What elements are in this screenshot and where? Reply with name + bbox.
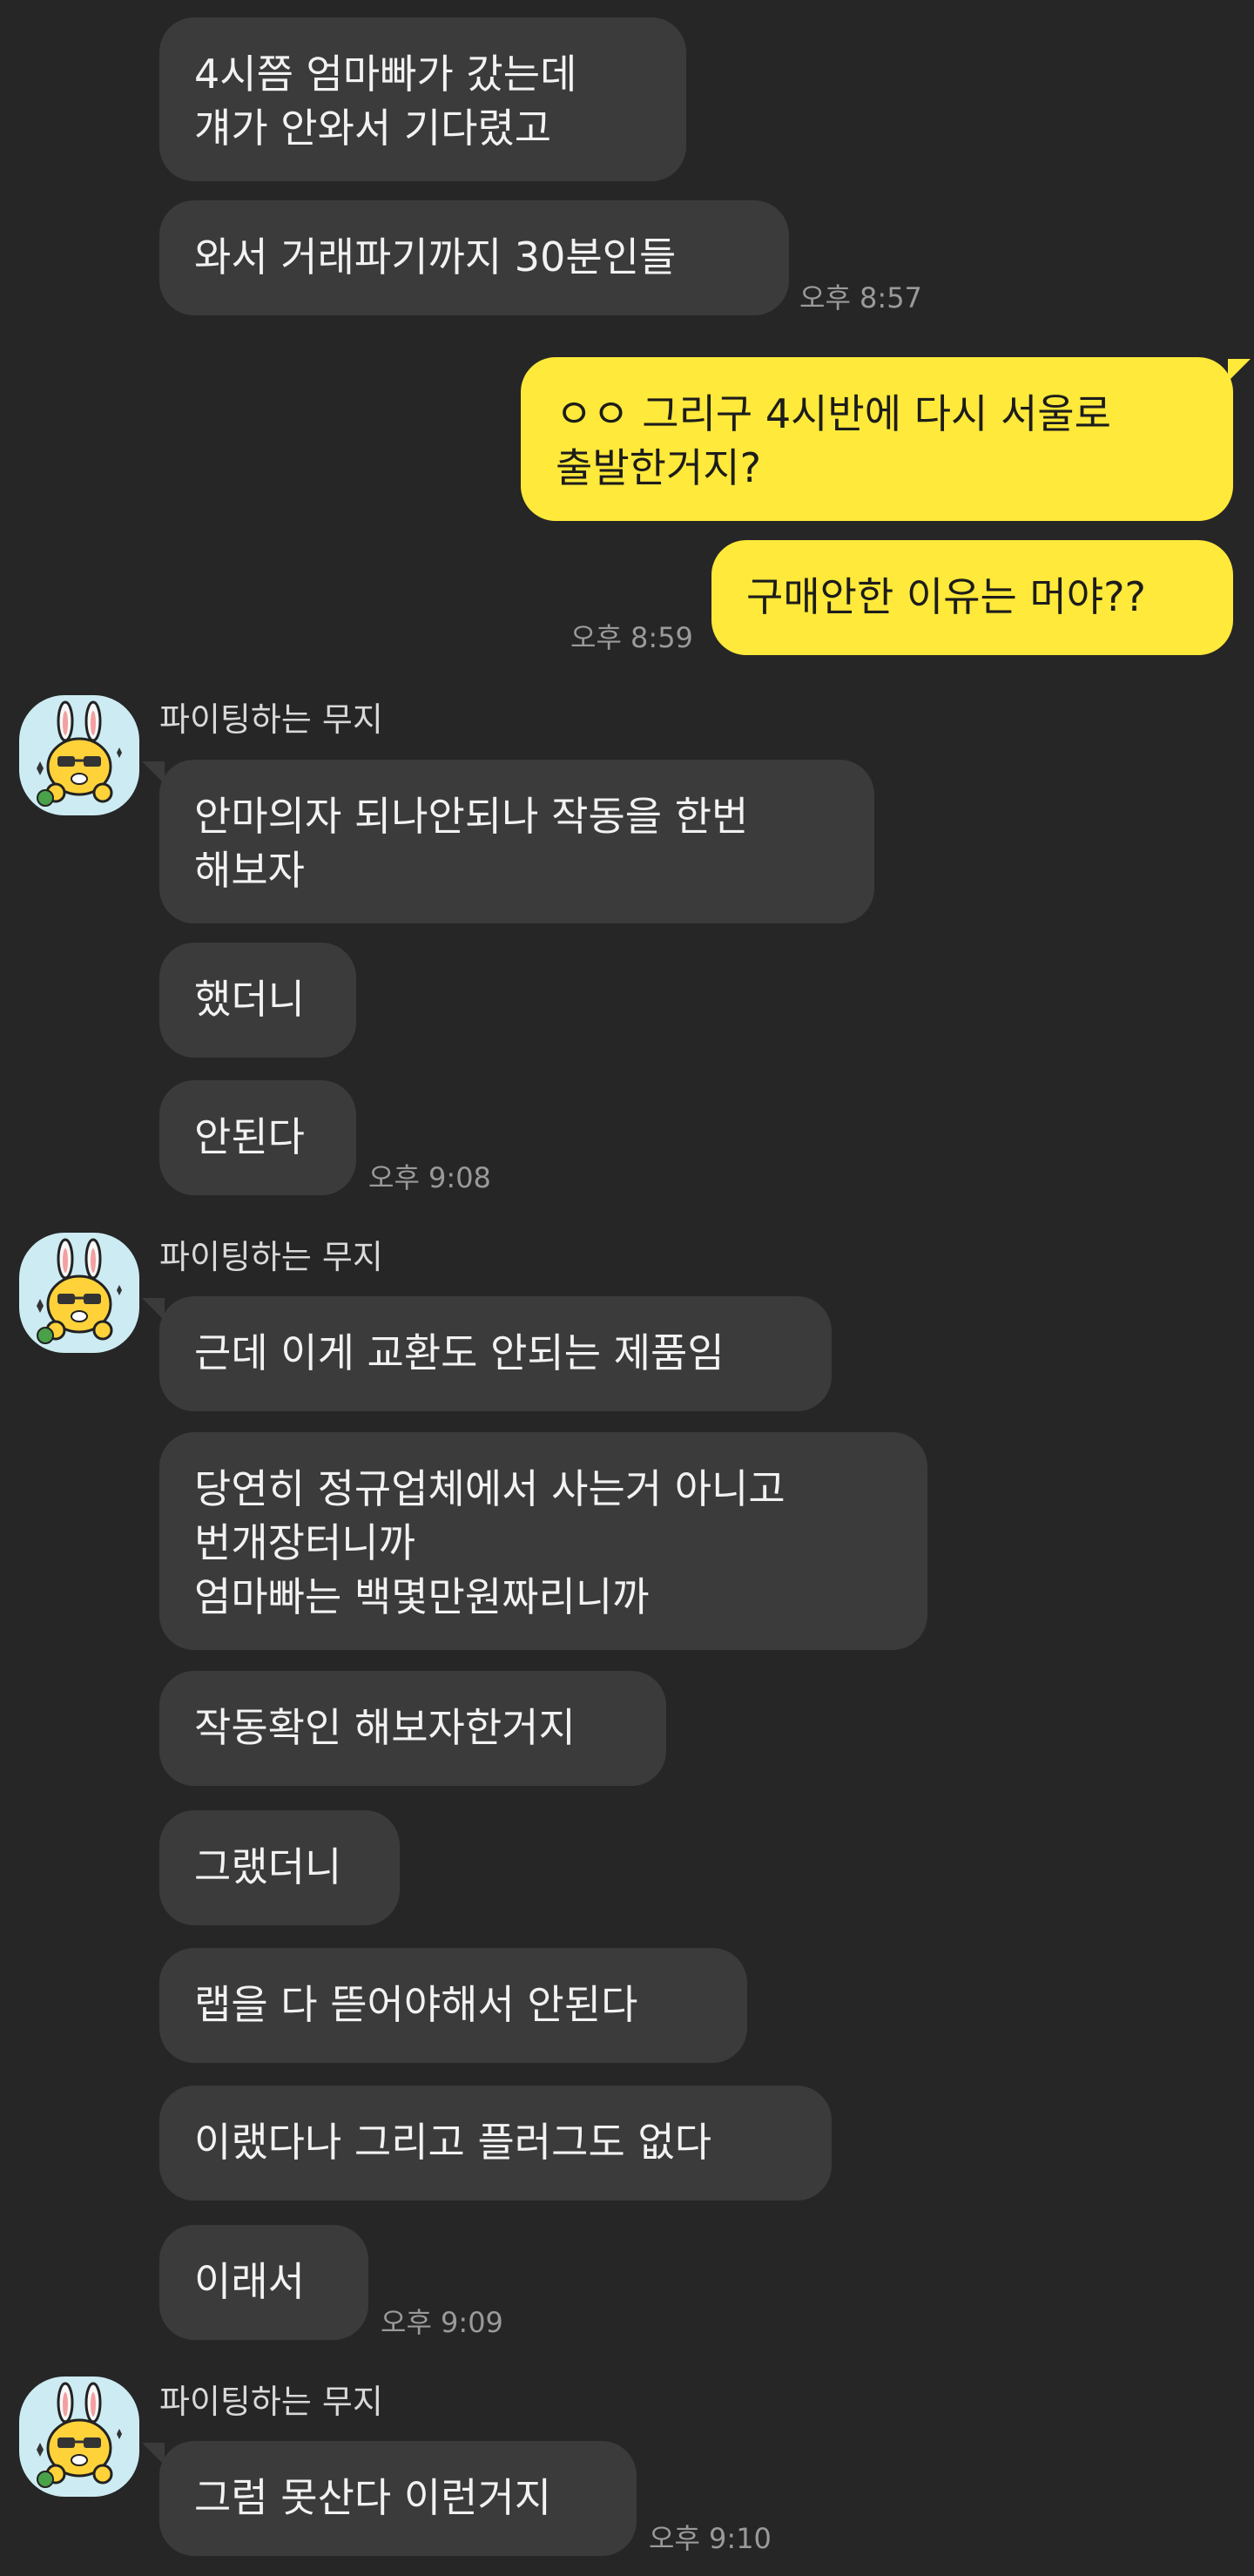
message-bubble[interactable]: 그랬더니 bbox=[159, 1810, 400, 1925]
message-bubble[interactable]: 안마의자 되나안되나 작동을 한번 해보자 bbox=[159, 760, 874, 923]
bubble-tail bbox=[142, 2443, 165, 2465]
message-time: 오후 9:09 bbox=[381, 2306, 503, 2339]
sender-name: 파이팅하는 무지 bbox=[159, 2383, 383, 2421]
avatar[interactable] bbox=[19, 2377, 139, 2497]
message-bubble[interactable]: 랩을 다 뜯어야해서 안된다 bbox=[159, 1948, 747, 2063]
message-bubble[interactable]: 4시쯤 엄마빠가 갔는데 걔가 안와서 기다렸고 bbox=[159, 17, 686, 181]
message-bubble[interactable]: 작동확인 해보자한거지 bbox=[159, 1671, 666, 1786]
message-bubble[interactable]: 했더니 bbox=[159, 943, 356, 1058]
message-time: 오후 8:57 bbox=[799, 281, 922, 314]
sender-name: 파이팅하는 무지 bbox=[159, 700, 383, 739]
my-message-bubble[interactable]: 구매안한 이유는 머야?? bbox=[711, 540, 1233, 655]
muzi-character-icon bbox=[37, 2382, 122, 2488]
avatar[interactable] bbox=[19, 1233, 139, 1353]
bubble-tail bbox=[142, 761, 165, 784]
message-bubble[interactable]: 이래서 bbox=[159, 2225, 368, 2340]
message-bubble[interactable]: 와서 거래파기까지 30분인들 bbox=[159, 200, 789, 315]
message-bubble[interactable]: 그럼 못산다 이런거지 bbox=[159, 2441, 637, 2556]
message-bubble[interactable]: 이랬다나 그리고 플러그도 없다 bbox=[159, 2086, 832, 2201]
message-time: 오후 8:59 bbox=[570, 621, 693, 654]
message-bubble[interactable]: 근데 이게 교환도 안되는 제품임 bbox=[159, 1296, 832, 1411]
bubble-tail bbox=[142, 1298, 165, 1321]
message-bubble[interactable]: 당연히 정규업체에서 사는거 아니고 번개장터니까 엄마빠는 백몇만원짜리니까 bbox=[159, 1432, 927, 1650]
bubble-tail bbox=[1228, 359, 1251, 382]
message-time: 오후 9:08 bbox=[368, 1161, 491, 1194]
sender-name: 파이팅하는 무지 bbox=[159, 1238, 383, 1276]
muzi-character-icon bbox=[37, 700, 122, 807]
message-time: 오후 9:10 bbox=[649, 2522, 772, 2555]
avatar[interactable] bbox=[19, 695, 139, 815]
message-bubble[interactable]: 안된다 bbox=[159, 1080, 356, 1195]
my-message-bubble[interactable]: ㅇㅇ 그리구 4시반에 다시 서울로 출발한거지? bbox=[521, 357, 1233, 521]
muzi-character-icon bbox=[37, 1238, 122, 1344]
